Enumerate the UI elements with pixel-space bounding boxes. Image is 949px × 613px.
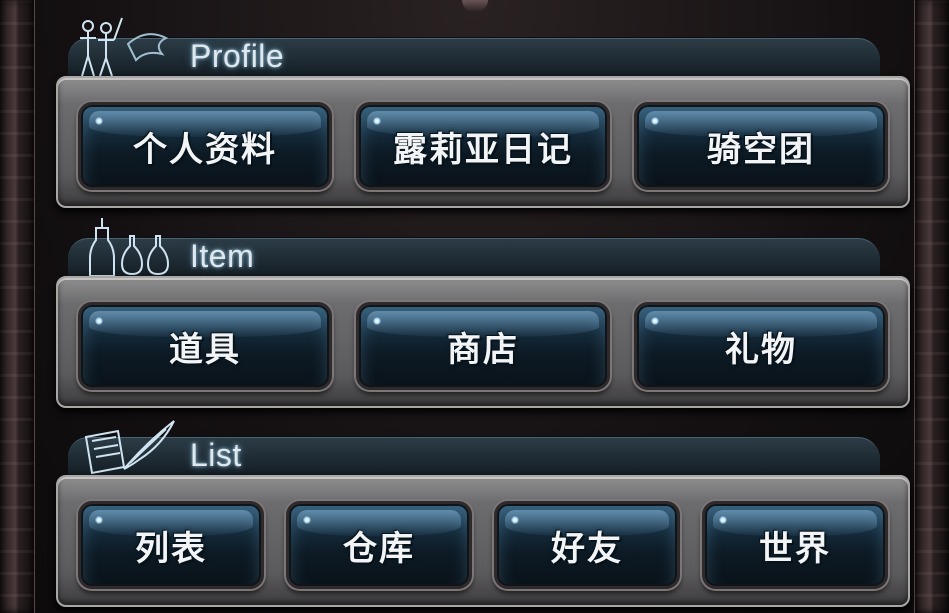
- profile-title: Profile: [190, 38, 285, 74]
- item-button-1[interactable]: 商店: [356, 302, 610, 390]
- button-label: 仓库: [343, 528, 415, 569]
- list-section: List 列表 仓库 好友 世界: [48, 420, 910, 609]
- button-glint: [95, 516, 103, 524]
- button-label: 世界: [759, 528, 831, 569]
- potion-bottles-icon: [89, 218, 174, 279]
- profile-button-1[interactable]: 露莉亚日记: [356, 102, 610, 190]
- button-label: 道具: [169, 329, 241, 370]
- item-title: Item: [190, 238, 255, 274]
- right-ornament-rail: [914, 0, 949, 613]
- button-glint: [373, 117, 381, 125]
- button-label: 列表: [135, 528, 207, 569]
- button-glint: [373, 317, 381, 325]
- list-button-2[interactable]: 好友: [494, 501, 680, 589]
- profile-section: Profile 个人资料 露莉亚日记 骑空团: [48, 17, 910, 210]
- button-glint: [651, 117, 659, 125]
- knights-icon: [80, 17, 169, 77]
- button-label: 礼物: [725, 329, 797, 370]
- list-button-0[interactable]: 列表: [78, 501, 264, 589]
- item-panel: 道具 商店 礼物: [56, 276, 910, 408]
- button-glint: [95, 117, 103, 125]
- profile-button-0[interactable]: 个人资料: [78, 102, 332, 190]
- button-label: 好友: [551, 528, 623, 569]
- top-ornament: [462, 0, 488, 12]
- item-button-0[interactable]: 道具: [78, 302, 332, 390]
- button-label: 商店: [447, 329, 519, 370]
- list-panel: 列表 仓库 好友 世界: [56, 475, 910, 607]
- button-glint: [719, 516, 727, 524]
- button-glint: [303, 516, 311, 524]
- button-glint: [95, 317, 103, 325]
- profile-panel: 个人资料 露莉亚日记 骑空团: [56, 76, 910, 208]
- list-button-1[interactable]: 仓库: [286, 501, 472, 589]
- item-section: Item 道具 商店 礼物: [48, 218, 910, 410]
- list-button-3[interactable]: 世界: [702, 501, 888, 589]
- list-title: List: [190, 437, 242, 473]
- book-quill-icon: [84, 420, 175, 475]
- button-label: 骑空团: [707, 129, 815, 170]
- profile-button-2[interactable]: 骑空团: [634, 102, 888, 190]
- button-glint: [651, 317, 659, 325]
- button-label: 个人资料: [133, 129, 277, 170]
- item-button-2[interactable]: 礼物: [634, 302, 888, 390]
- button-label: 露莉亚日记: [393, 129, 573, 170]
- button-glint: [511, 516, 519, 524]
- left-ornament-rail: [0, 0, 35, 613]
